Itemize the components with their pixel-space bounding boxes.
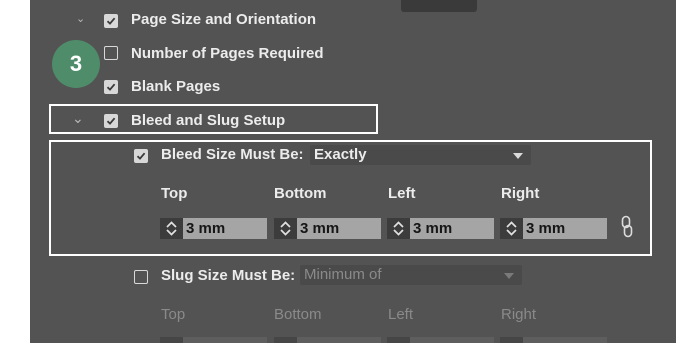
slug-left-label: Left [388, 306, 414, 323]
slug-mode-value: Minimum of [304, 266, 382, 283]
number-of-pages-label: Number of Pages Required [131, 45, 324, 62]
slug-right-label: Right [501, 306, 537, 323]
number-of-pages-checkbox[interactable] [104, 46, 118, 60]
slug-top-stepper[interactable] [160, 337, 267, 343]
slug-left-stepper[interactable] [387, 337, 494, 343]
top-input-field[interactable] [401, 0, 477, 12]
preflight-options-panel: ⌄ Page Size and Orientation Number of Pa… [30, 0, 676, 343]
slug-bottom-label: Bottom [274, 306, 322, 323]
bleed-settings-highlight [49, 140, 652, 256]
blank-pages-label: Blank Pages [131, 78, 221, 95]
slug-bottom-stepper[interactable] [274, 337, 381, 343]
page-size-label: Page Size and Orientation [131, 11, 317, 28]
step-number-badge: 3 [52, 40, 100, 88]
slug-size-checkbox[interactable] [134, 270, 148, 284]
chevron-icon[interactable]: ⌄ [76, 12, 85, 25]
slug-top-label: Top [161, 306, 186, 323]
blank-pages-checkbox[interactable] [104, 80, 118, 94]
slug-right-stepper[interactable] [500, 337, 607, 343]
page-size-checkbox[interactable] [104, 14, 118, 28]
slug-size-label: Slug Size Must Be: [161, 267, 296, 284]
slug-mode-dropdown[interactable]: Minimum of [300, 265, 522, 285]
dropdown-arrow-icon [504, 273, 514, 279]
bleed-slug-highlight [49, 104, 378, 134]
